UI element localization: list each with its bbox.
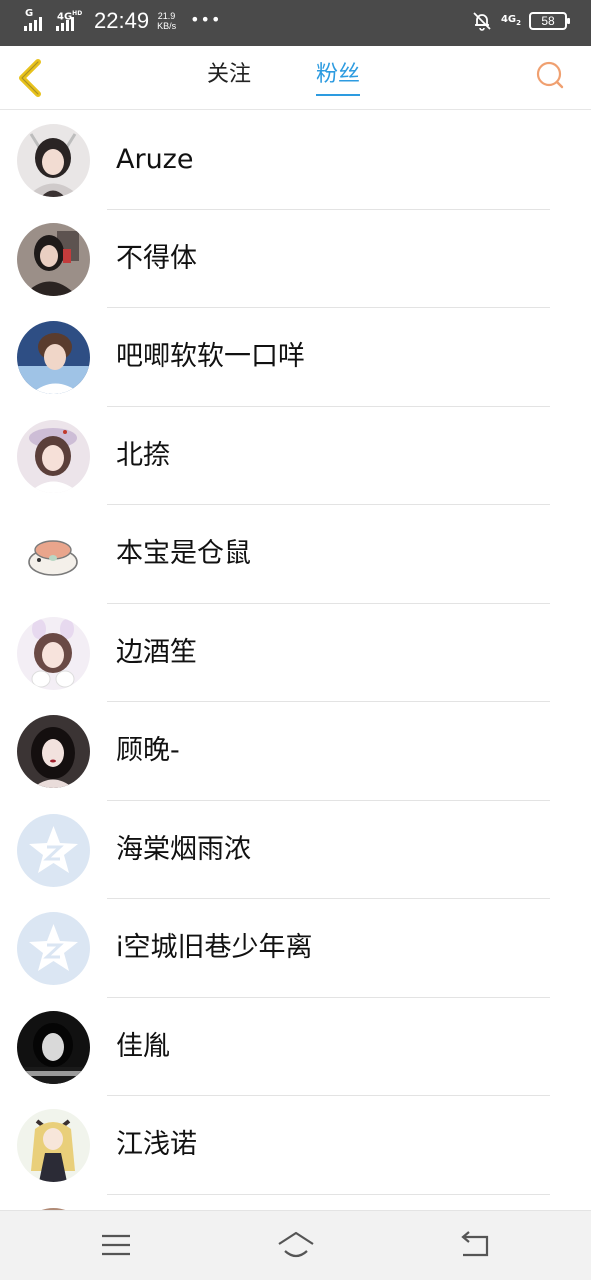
fan-row[interactable]: Aruze bbox=[0, 111, 591, 210]
status-left: G 4GHD 22:49 21.9 KB/s ••• bbox=[24, 8, 221, 34]
fan-name: 顾晚- bbox=[116, 735, 180, 766]
selfie-girl-avatar bbox=[17, 222, 90, 296]
tab-following[interactable]: 关注 bbox=[207, 60, 251, 96]
fan-row[interactable]: 本宝是仓鼠 bbox=[0, 505, 591, 604]
fan-name: i空城旧巷少年离 bbox=[116, 932, 313, 963]
fan-row[interactable]: i空城旧巷少年离 bbox=[0, 899, 591, 998]
dark-hair-girl-avatar bbox=[17, 124, 90, 197]
default-qzone-avatar bbox=[17, 813, 90, 887]
fan-row[interactable]: 吧唧软软一口咩 bbox=[0, 308, 591, 407]
status-bar: G 4GHD 22:49 21.9 KB/s ••• 4G2 58 bbox=[0, 0, 591, 46]
fan-name: 北捺 bbox=[116, 439, 170, 471]
tab-fans[interactable]: 粉丝 bbox=[316, 60, 361, 96]
battery-icon: 58 bbox=[529, 12, 570, 30]
default-qzone-avatar bbox=[17, 912, 90, 985]
fan-row[interactable]: 佳胤 bbox=[0, 998, 591, 1096]
top-bar: 关注 粉丝 bbox=[0, 46, 591, 110]
fan-name: 江浅诺 bbox=[116, 1129, 197, 1160]
boy-avatar bbox=[17, 321, 90, 394]
signal-icon: G bbox=[24, 8, 50, 34]
bunny-ears-girl-avatar bbox=[17, 616, 90, 690]
fans-list: Aruze 不得体 吧唧软软一口咩 北捺 本宝是仓鼠 边酒笙 顾晚- 海棠烟雨浓… bbox=[0, 111, 591, 1210]
status-right: 4G2 58 bbox=[471, 10, 570, 32]
hamster-avatar bbox=[17, 518, 90, 591]
more-notifications-icon: ••• bbox=[190, 9, 222, 29]
back-icon[interactable] bbox=[455, 1227, 495, 1263]
beret-girl-avatar bbox=[17, 419, 90, 493]
fan-name: 不得体 bbox=[116, 242, 197, 274]
fan-row[interactable]: 江浅诺 bbox=[0, 1096, 591, 1195]
fan-row[interactable]: 北捺 bbox=[0, 407, 591, 505]
fan-name: 佳胤 bbox=[116, 1030, 170, 1062]
black-white-girl-avatar bbox=[17, 1010, 90, 1084]
network-speed: 21.9 KB/s bbox=[157, 11, 177, 31]
fan-row[interactable]: 顾晚- bbox=[0, 702, 591, 801]
home-icon[interactable] bbox=[276, 1227, 316, 1263]
fan-row[interactable]: 海棠烟雨浓 bbox=[0, 801, 591, 899]
fan-name: 边酒笙 bbox=[116, 636, 197, 668]
bell-off-icon bbox=[473, 12, 491, 31]
fan-name: 本宝是仓鼠 bbox=[116, 538, 251, 569]
fan-name: 吧唧软软一口咩 bbox=[116, 341, 305, 372]
fan-name: 海棠烟雨浓 bbox=[116, 833, 251, 865]
signal-icon: 4GHD bbox=[56, 8, 82, 34]
anime-girl-avatar bbox=[17, 1109, 90, 1182]
tab-bar: 关注 粉丝 bbox=[0, 46, 591, 110]
fan-row[interactable] bbox=[0, 1195, 591, 1210]
fan-name: Aruze bbox=[116, 144, 194, 175]
menu-icon[interactable] bbox=[96, 1227, 136, 1263]
fan-row[interactable]: 不得体 bbox=[0, 210, 591, 308]
network-4g-indicator: 4G2 bbox=[500, 13, 521, 27]
clock: 22:49 bbox=[94, 8, 150, 33]
search-icon[interactable] bbox=[535, 60, 565, 90]
dark-hair-woman-avatar bbox=[17, 715, 90, 788]
fan-row[interactable]: 边酒笙 bbox=[0, 604, 591, 702]
system-nav-bar bbox=[0, 1210, 591, 1280]
